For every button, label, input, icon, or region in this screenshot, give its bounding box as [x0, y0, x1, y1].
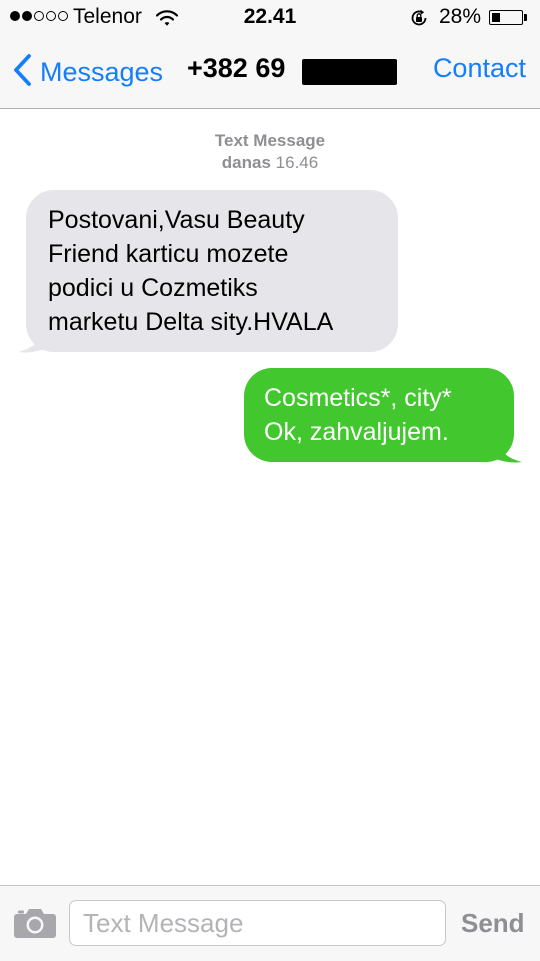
battery-level-fill	[491, 12, 500, 22]
battery-percentage: 28%	[439, 5, 482, 28]
message-service-label: Text Message	[214, 131, 326, 150]
back-button-label: Messages	[40, 56, 164, 87]
camera-icon[interactable]	[13, 907, 57, 944]
incoming-message-bubble[interactable]: Postovani,Vasu Beauty Friend karticu moz…	[26, 190, 398, 352]
navigation-bar: Messages +382 69 Contact	[0, 36, 540, 109]
message-day-label: danas	[221, 153, 271, 172]
message-text-field[interactable]	[69, 900, 446, 946]
send-button[interactable]: Send	[461, 908, 525, 939]
outgoing-message-text: Cosmetics*, city* Ok, zahvaljujem.	[264, 384, 452, 446]
battery-icon	[489, 10, 523, 25]
battery-tip	[524, 14, 527, 21]
message-timestamp: Text Message danas 16.46	[0, 130, 540, 174]
back-button[interactable]: Messages	[12, 52, 163, 92]
chevron-left-icon	[12, 53, 32, 92]
message-input-bar: Send	[0, 885, 540, 961]
contact-button[interactable]: Contact	[433, 53, 526, 84]
rotation-lock-icon	[409, 8, 429, 33]
conversation-title: +382 69	[187, 53, 286, 83]
status-bar: Telenor 22.41 28%	[0, 0, 540, 36]
outgoing-message-bubble[interactable]: Cosmetics*, city* Ok, zahvaljujem.	[244, 368, 514, 462]
incoming-message-text: Postovani,Vasu Beauty Friend karticu moz…	[48, 206, 334, 336]
message-time-label: 16.46	[275, 153, 319, 172]
redaction-bar	[302, 59, 397, 85]
